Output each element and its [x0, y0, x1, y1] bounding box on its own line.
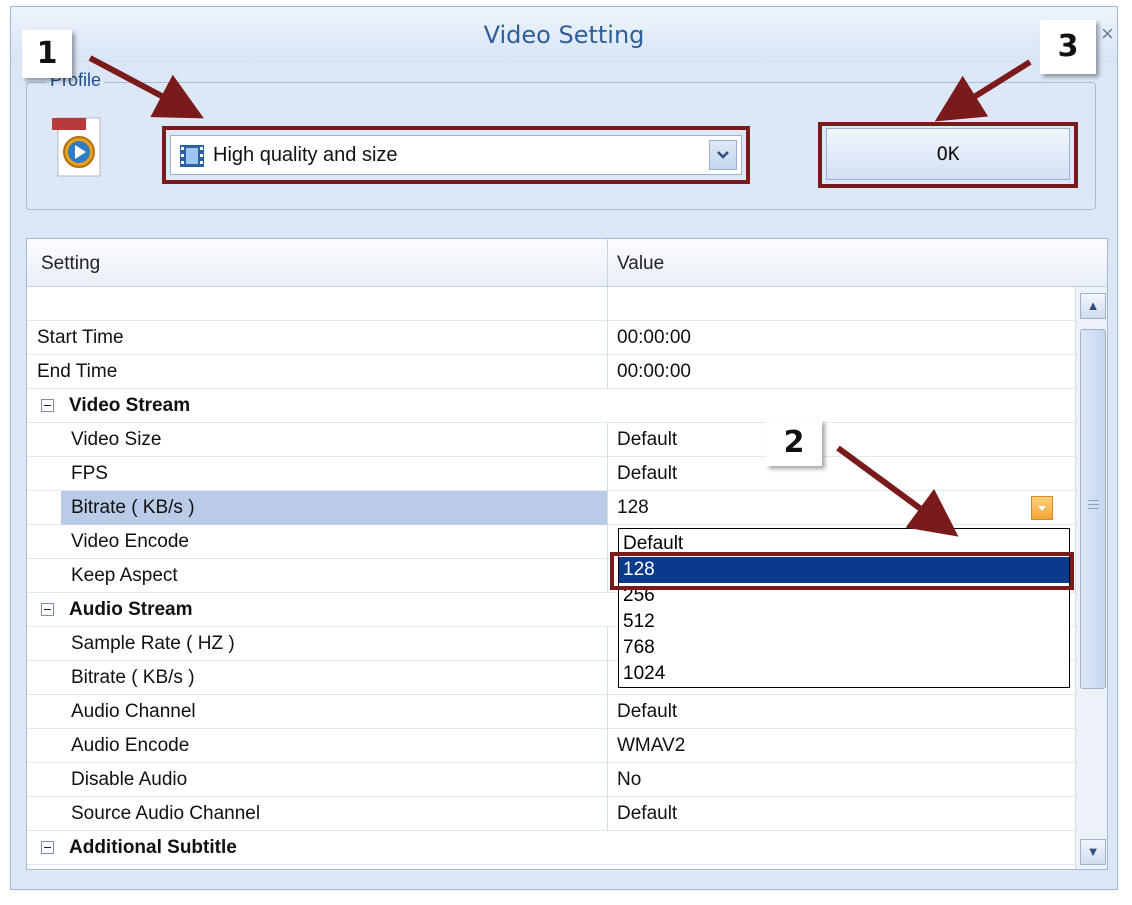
bitrate-combo-value[interactable]: 128 [617, 497, 649, 519]
group-video-stream[interactable]: Video Stream [27, 389, 1075, 423]
scroll-up-icon[interactable]: ▲ [1080, 293, 1106, 319]
option-512[interactable]: 512 [623, 609, 1063, 635]
scroll-down-icon[interactable]: ▼ [1080, 839, 1106, 865]
callout-1: 1 [22, 30, 72, 78]
combo-dropdown-icon[interactable] [1031, 496, 1053, 520]
table-row[interactable]: Audio Encode WMAV2 [27, 729, 1075, 763]
collapse-icon[interactable] [41, 603, 54, 616]
highlight-ok-button [818, 122, 1078, 188]
title-bar: Video Setting × [11, 7, 1117, 63]
callout-2: 2 [766, 420, 822, 466]
row-start-time-value: 00:00:00 [617, 327, 691, 348]
callout-3: 3 [1040, 20, 1096, 74]
table-row-selected[interactable]: Bitrate ( KB/s ) 128 [27, 491, 1075, 525]
vertical-scrollbar[interactable]: ▲ ▼ [1075, 287, 1107, 869]
table-row[interactable]: Video Size Default [27, 423, 1075, 457]
row-end-time-label: End Time [37, 361, 118, 382]
grid-header: Setting Value [27, 239, 1107, 287]
highlight-option-128 [610, 552, 1074, 590]
header-setting: Setting [41, 253, 101, 274]
window-title: Video Setting [483, 21, 645, 49]
row-start-time-label: Start Time [37, 327, 124, 348]
table-row[interactable]: End Time 00:00:00 [27, 355, 1075, 389]
table-row[interactable]: Disable Audio No [27, 763, 1075, 797]
option-768[interactable]: 768 [623, 635, 1063, 661]
scroll-thumb[interactable] [1080, 329, 1106, 689]
table-row[interactable]: Source Audio Channel Default [27, 797, 1075, 831]
table-row[interactable]: FPS Default [27, 457, 1075, 491]
close-icon[interactable]: × [1101, 21, 1114, 47]
collapse-icon[interactable] [41, 841, 54, 854]
table-row[interactable]: Audio Channel Default [27, 695, 1075, 729]
wmv-file-icon [52, 117, 101, 177]
table-row[interactable] [27, 287, 1075, 321]
group-additional-subtitle[interactable]: Additional Subtitle [27, 831, 1075, 865]
option-1024[interactable]: 1024 [623, 661, 1063, 687]
highlight-profile-select [162, 126, 750, 184]
header-value: Value [617, 253, 665, 274]
collapse-icon[interactable] [41, 399, 54, 412]
row-end-time-value: 00:00:00 [617, 361, 691, 382]
table-row[interactable]: Start Time 00:00:00 [27, 321, 1075, 355]
